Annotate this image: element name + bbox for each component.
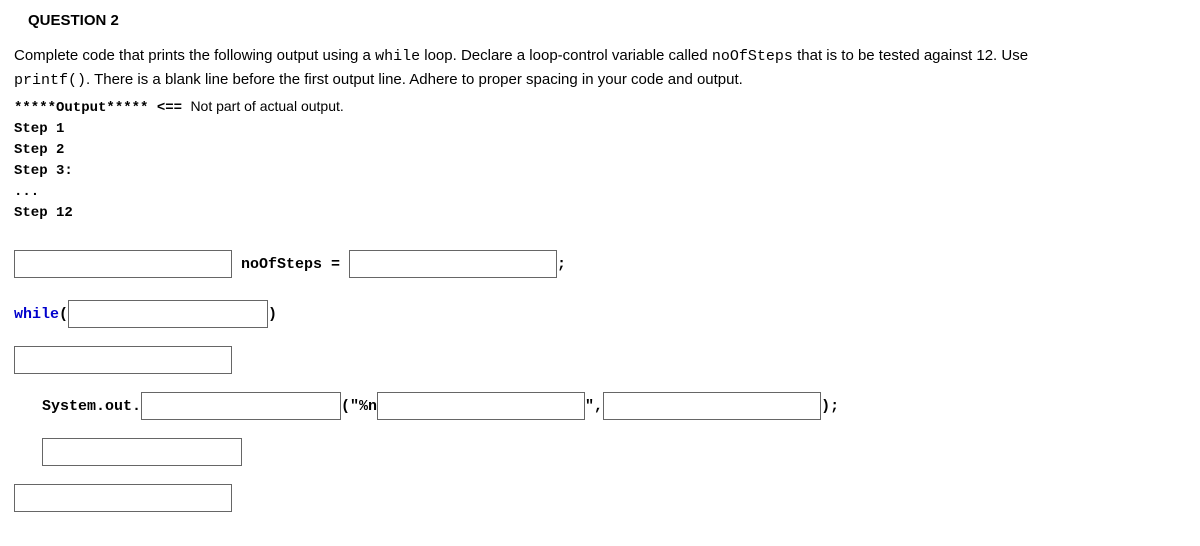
blank-open-brace[interactable] <box>14 346 232 374</box>
output-stars: *****Output***** <box>14 100 148 116</box>
system-out-label: System.out. <box>42 398 141 415</box>
instr-text-3: that is to be tested against 12. Use <box>793 47 1028 64</box>
blank-condition[interactable] <box>68 300 268 328</box>
printf-end: ); <box>821 398 839 415</box>
semicolon-1: ; <box>557 256 566 273</box>
output-line-2: Step 2 <box>14 140 1186 161</box>
output-header: *****Output***** <== Not part of actual … <box>14 96 1186 119</box>
open-paren: ( <box>59 306 68 323</box>
printf-mid: ", <box>585 398 603 415</box>
decl-line: noOfSteps = ; <box>14 250 1186 278</box>
output-line-1: Step 1 <box>14 119 1186 140</box>
output-line-3: Step 3: <box>14 161 1186 182</box>
blank-format[interactable] <box>377 392 585 420</box>
code-area: noOfSteps = ; while() System.out. ("%n "… <box>14 250 1186 512</box>
increment-line <box>42 438 1186 466</box>
close-paren: ) <box>268 306 277 323</box>
instr-code-noofsteps: noOfSteps <box>712 48 793 65</box>
output-line-5: Step 12 <box>14 203 1186 224</box>
instr-text-4: . There is a blank line before the first… <box>86 71 743 88</box>
noofsteps-label: noOfSteps = <box>232 256 349 273</box>
blank-type[interactable] <box>14 250 232 278</box>
printf-open: ("%n <box>341 398 377 415</box>
instr-text-1: Complete code that prints the following … <box>14 47 375 64</box>
blank-method[interactable] <box>141 392 341 420</box>
output-block: *****Output***** <== Not part of actual … <box>14 96 1186 224</box>
close-brace-line <box>14 484 1186 512</box>
blank-init-value[interactable] <box>349 250 557 278</box>
output-note: Not part of actual output. <box>190 98 343 114</box>
while-line: while() <box>14 300 1186 328</box>
instructions: Complete code that prints the following … <box>14 45 1186 92</box>
blank-arg[interactable] <box>603 392 821 420</box>
brace-line <box>14 346 1186 374</box>
printf-line: System.out. ("%n ", ); <box>42 392 1186 420</box>
blank-close-brace[interactable] <box>14 484 232 512</box>
instr-code-printf: printf() <box>14 72 86 89</box>
blank-increment[interactable] <box>42 438 242 466</box>
output-arrow: <== <box>148 100 190 116</box>
question-heading: QUESTION 2 <box>28 12 1186 29</box>
while-keyword: while <box>14 306 59 323</box>
instr-text-2: loop. Declare a loop-control variable ca… <box>420 47 712 64</box>
instr-code-while: while <box>375 48 420 65</box>
output-line-4: ... <box>14 182 1186 203</box>
